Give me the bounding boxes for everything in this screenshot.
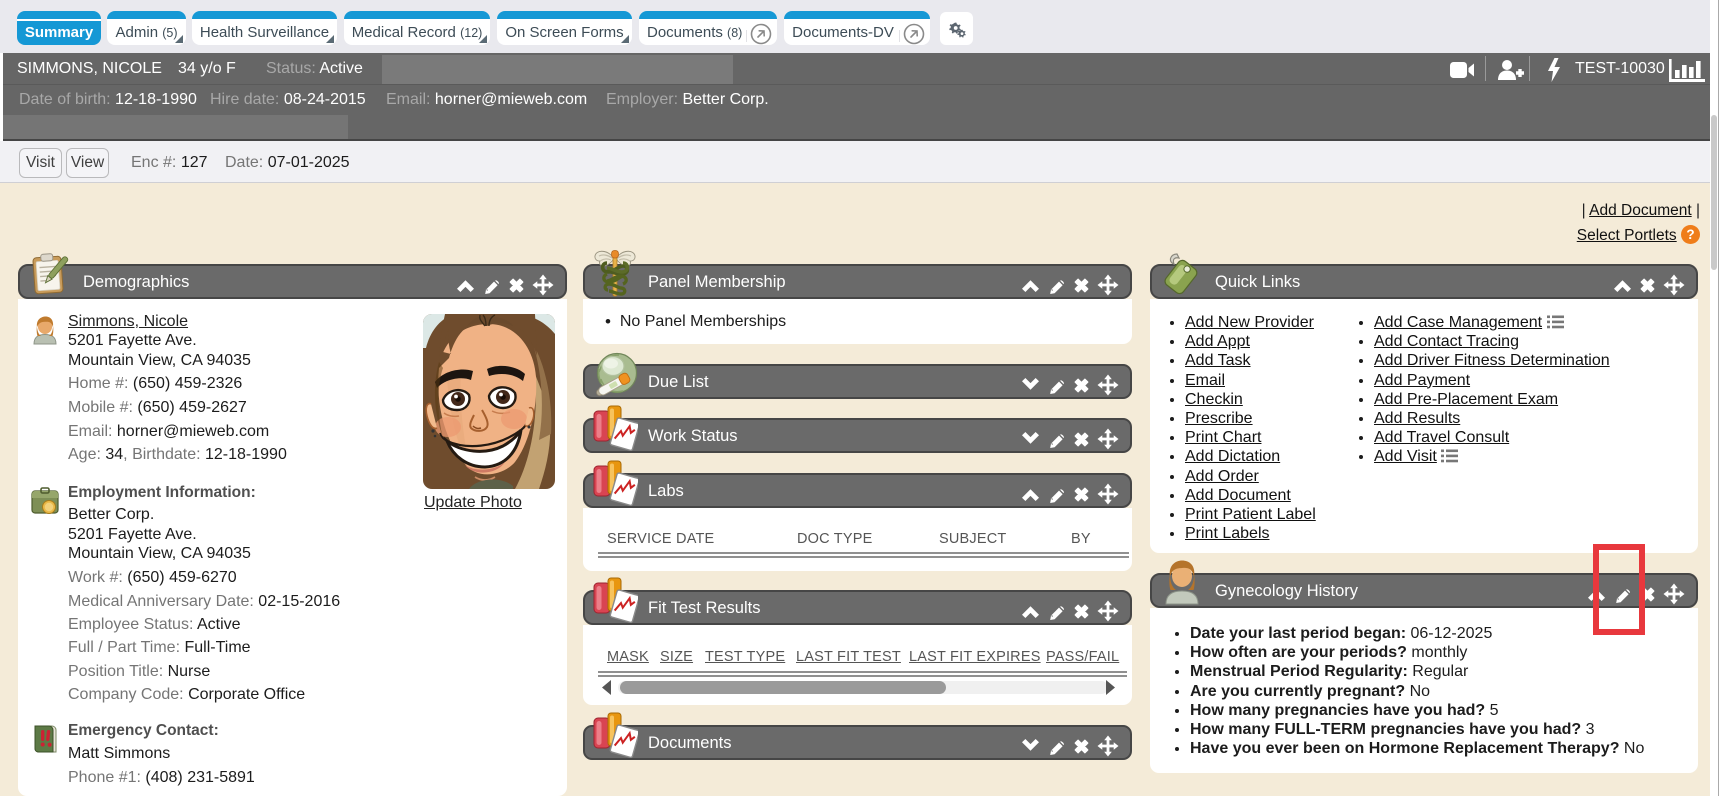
svg-text:?: ? [1686,227,1694,242]
